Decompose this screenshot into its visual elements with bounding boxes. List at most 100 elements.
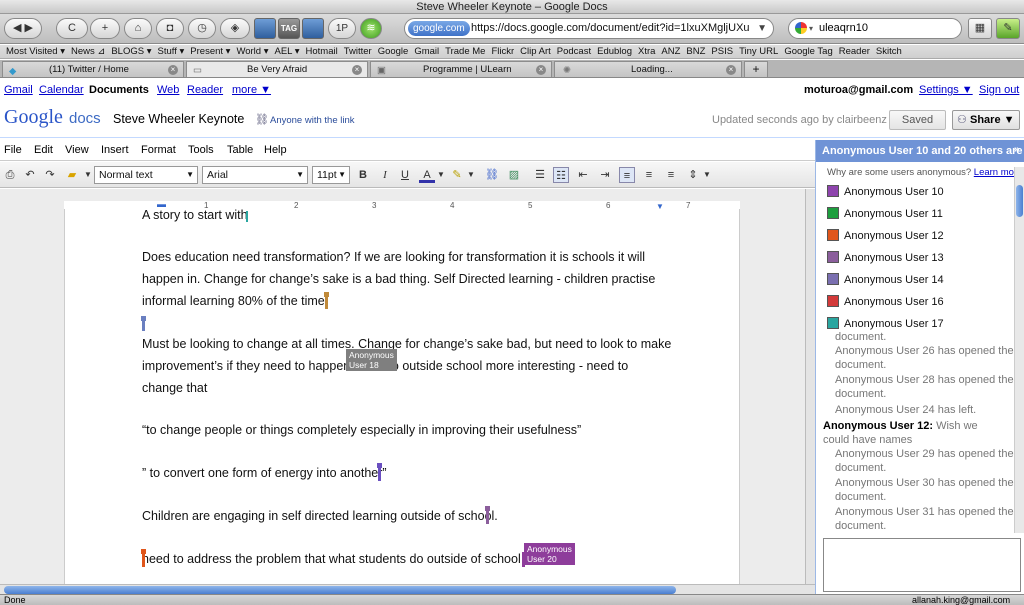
tab-loading[interactable]: ✺ Loading... × (554, 61, 742, 77)
saved-button[interactable]: Saved (889, 110, 946, 130)
style-select[interactable]: Normal text ▼ (94, 166, 198, 184)
italic-button[interactable]: I (377, 167, 393, 183)
menu-help[interactable]: Help (264, 144, 287, 156)
link-icon[interactable]: ⛓ (484, 167, 500, 183)
onepassword-button[interactable]: 1P (328, 18, 356, 39)
document-vertical-scrollbar[interactable] (805, 189, 815, 584)
numbered-list-icon[interactable]: ☰ (532, 167, 548, 183)
extension-blue-button[interactable] (254, 18, 276, 39)
reload-button[interactable]: C (56, 18, 88, 39)
bookmark-item[interactable]: Hotmail (306, 45, 338, 58)
paragraph[interactable]: informal learning 80% of the time. (142, 290, 328, 312)
sign-out-link[interactable]: Sign out (979, 84, 1019, 96)
settings-link[interactable]: Settings ▼ (919, 84, 973, 96)
font-size-select[interactable]: 11pt ▼ (312, 166, 350, 184)
image-icon[interactable]: ▨ (506, 167, 522, 183)
align-right-icon[interactable]: ≡ (663, 167, 679, 183)
bookmark-item[interactable]: Podcast (557, 45, 591, 58)
print-icon[interactable]: ⎙ (2, 167, 18, 183)
bookmark-item[interactable]: Google (378, 45, 409, 58)
menu-edit[interactable]: Edit (34, 144, 53, 156)
reader-link[interactable]: Reader (187, 84, 223, 96)
bookmark-item[interactable]: Skitch (876, 45, 902, 58)
chevron-down-icon[interactable]: ▼ (699, 167, 715, 183)
paragraph[interactable]: “to change people or things completely e… (142, 419, 581, 441)
bookmark-item[interactable]: Present ▾ (190, 45, 230, 58)
bookmark-item[interactable]: PSIS (711, 45, 733, 58)
close-icon[interactable]: × (726, 65, 736, 75)
more-link[interactable]: more ▼ (232, 84, 271, 96)
chat-input[interactable] (823, 538, 1021, 592)
bookmark-item[interactable]: Twitter (344, 45, 372, 58)
new-tab-button[interactable]: + (744, 61, 768, 77)
collaborator-item[interactable]: Anonymous User 17 (827, 317, 944, 330)
menu-insert[interactable]: Insert (101, 144, 129, 156)
bold-button[interactable]: B (355, 167, 371, 183)
extension-grid-button[interactable] (302, 18, 324, 39)
paragraph[interactable]: happen in. Change for change’s sake is a… (142, 268, 655, 290)
bookmark-item[interactable]: AEL ▾ (274, 45, 299, 58)
home-button[interactable]: ⌂ (124, 18, 152, 39)
close-icon[interactable]: × (168, 65, 178, 75)
collapse-icon[interactable]: » (1014, 144, 1020, 155)
add-bookmark-button[interactable]: + (90, 18, 120, 39)
calendar-link[interactable]: Calendar (39, 84, 84, 96)
paragraph[interactable]: Must be looking to change at all times. … (142, 333, 671, 355)
url-dropdown-icon[interactable]: ▼ (757, 19, 767, 38)
rss-icon[interactable]: ≋ (360, 18, 382, 39)
underline-button[interactable]: U (397, 167, 413, 183)
align-center-icon[interactable]: ≡ (641, 167, 657, 183)
bookmark-item[interactable]: Flickr (491, 45, 514, 58)
bookmark-item[interactable]: Xtra (638, 45, 655, 58)
menu-table[interactable]: Table (227, 144, 253, 156)
google-logo[interactable]: Google (4, 106, 63, 129)
scrollbar-thumb[interactable] (4, 586, 676, 594)
increase-indent-icon[interactable]: ⇥ (597, 167, 613, 183)
chevron-down-icon[interactable]: ▼ (463, 167, 479, 183)
search-bar[interactable]: ▾ uleaqrn10 (788, 18, 962, 39)
bookmark-item[interactable]: News ⊿ (71, 45, 105, 58)
sidebar-header[interactable]: Anonymous User 10 and 20 others are (816, 140, 1024, 162)
download-button[interactable]: ◈ (220, 18, 250, 39)
bulleted-list-icon[interactable]: ☷ (553, 167, 569, 183)
bookmark-item[interactable]: Edublog (597, 45, 632, 58)
scrollbar-thumb[interactable] (1016, 185, 1023, 217)
paragraph[interactable]: need to address the problem that what st… (142, 548, 533, 570)
url-input[interactable]: https://docs.google.com/document/edit?id… (471, 19, 750, 38)
grid-menu-icon[interactable]: ▦ (968, 18, 992, 39)
screenshot-button[interactable]: ◘ (156, 18, 184, 39)
paragraph[interactable]: change that (142, 377, 207, 399)
gmail-link[interactable]: Gmail (4, 84, 33, 96)
bookmark-item[interactable]: Trade Me (445, 45, 485, 58)
collaborator-item[interactable]: Anonymous User 11 (827, 207, 943, 220)
decrease-indent-icon[interactable]: ⇤ (575, 167, 591, 183)
collaborator-item[interactable]: Anonymous User 16 (827, 295, 944, 308)
sidebar-scrollbar[interactable] (1014, 167, 1024, 533)
collaborator-item[interactable]: Anonymous User 13 (827, 251, 944, 264)
paragraph[interactable]: Children are engaging in self directed l… (142, 505, 498, 527)
bookmark-item[interactable]: BLOGS ▾ (111, 45, 151, 58)
address-bar[interactable]: google.com https://docs.google.com/docum… (404, 18, 774, 39)
redo-icon[interactable]: ↷ (42, 167, 58, 183)
bookmark-item[interactable]: Clip Art (520, 45, 551, 58)
font-select[interactable]: Arial ▼ (202, 166, 308, 184)
document-horizontal-scrollbar[interactable] (0, 584, 815, 594)
paint-format-icon[interactable]: ▰ (64, 167, 80, 183)
menu-file[interactable]: File (4, 144, 22, 156)
web-link[interactable]: Web (157, 84, 179, 96)
tab-be-very-afraid[interactable]: ▭ Be Very Afraid × (186, 61, 368, 77)
menu-tools[interactable]: Tools (188, 144, 214, 156)
bookmark-item[interactable]: Tiny URL (739, 45, 778, 58)
tab-programme-ulearn[interactable]: ▣ Programme | ULearn × (370, 61, 552, 77)
close-icon[interactable]: × (352, 65, 362, 75)
collaborator-item[interactable]: Anonymous User 10 (827, 185, 944, 198)
sharing-status[interactable]: Anyone with the link (270, 115, 355, 126)
paragraph[interactable]: A story to start with (142, 204, 248, 226)
evernote-icon[interactable]: ✎ (996, 18, 1020, 39)
share-button[interactable]: ⚇ Share ▼ (952, 110, 1020, 130)
chevron-down-icon[interactable]: ▾ (809, 19, 813, 38)
chevron-down-icon[interactable]: ▼ (433, 167, 449, 183)
bookmark-item[interactable]: Most Visited ▾ (6, 45, 65, 58)
bookmark-item[interactable]: Gmail (414, 45, 439, 58)
close-icon[interactable]: × (536, 65, 546, 75)
